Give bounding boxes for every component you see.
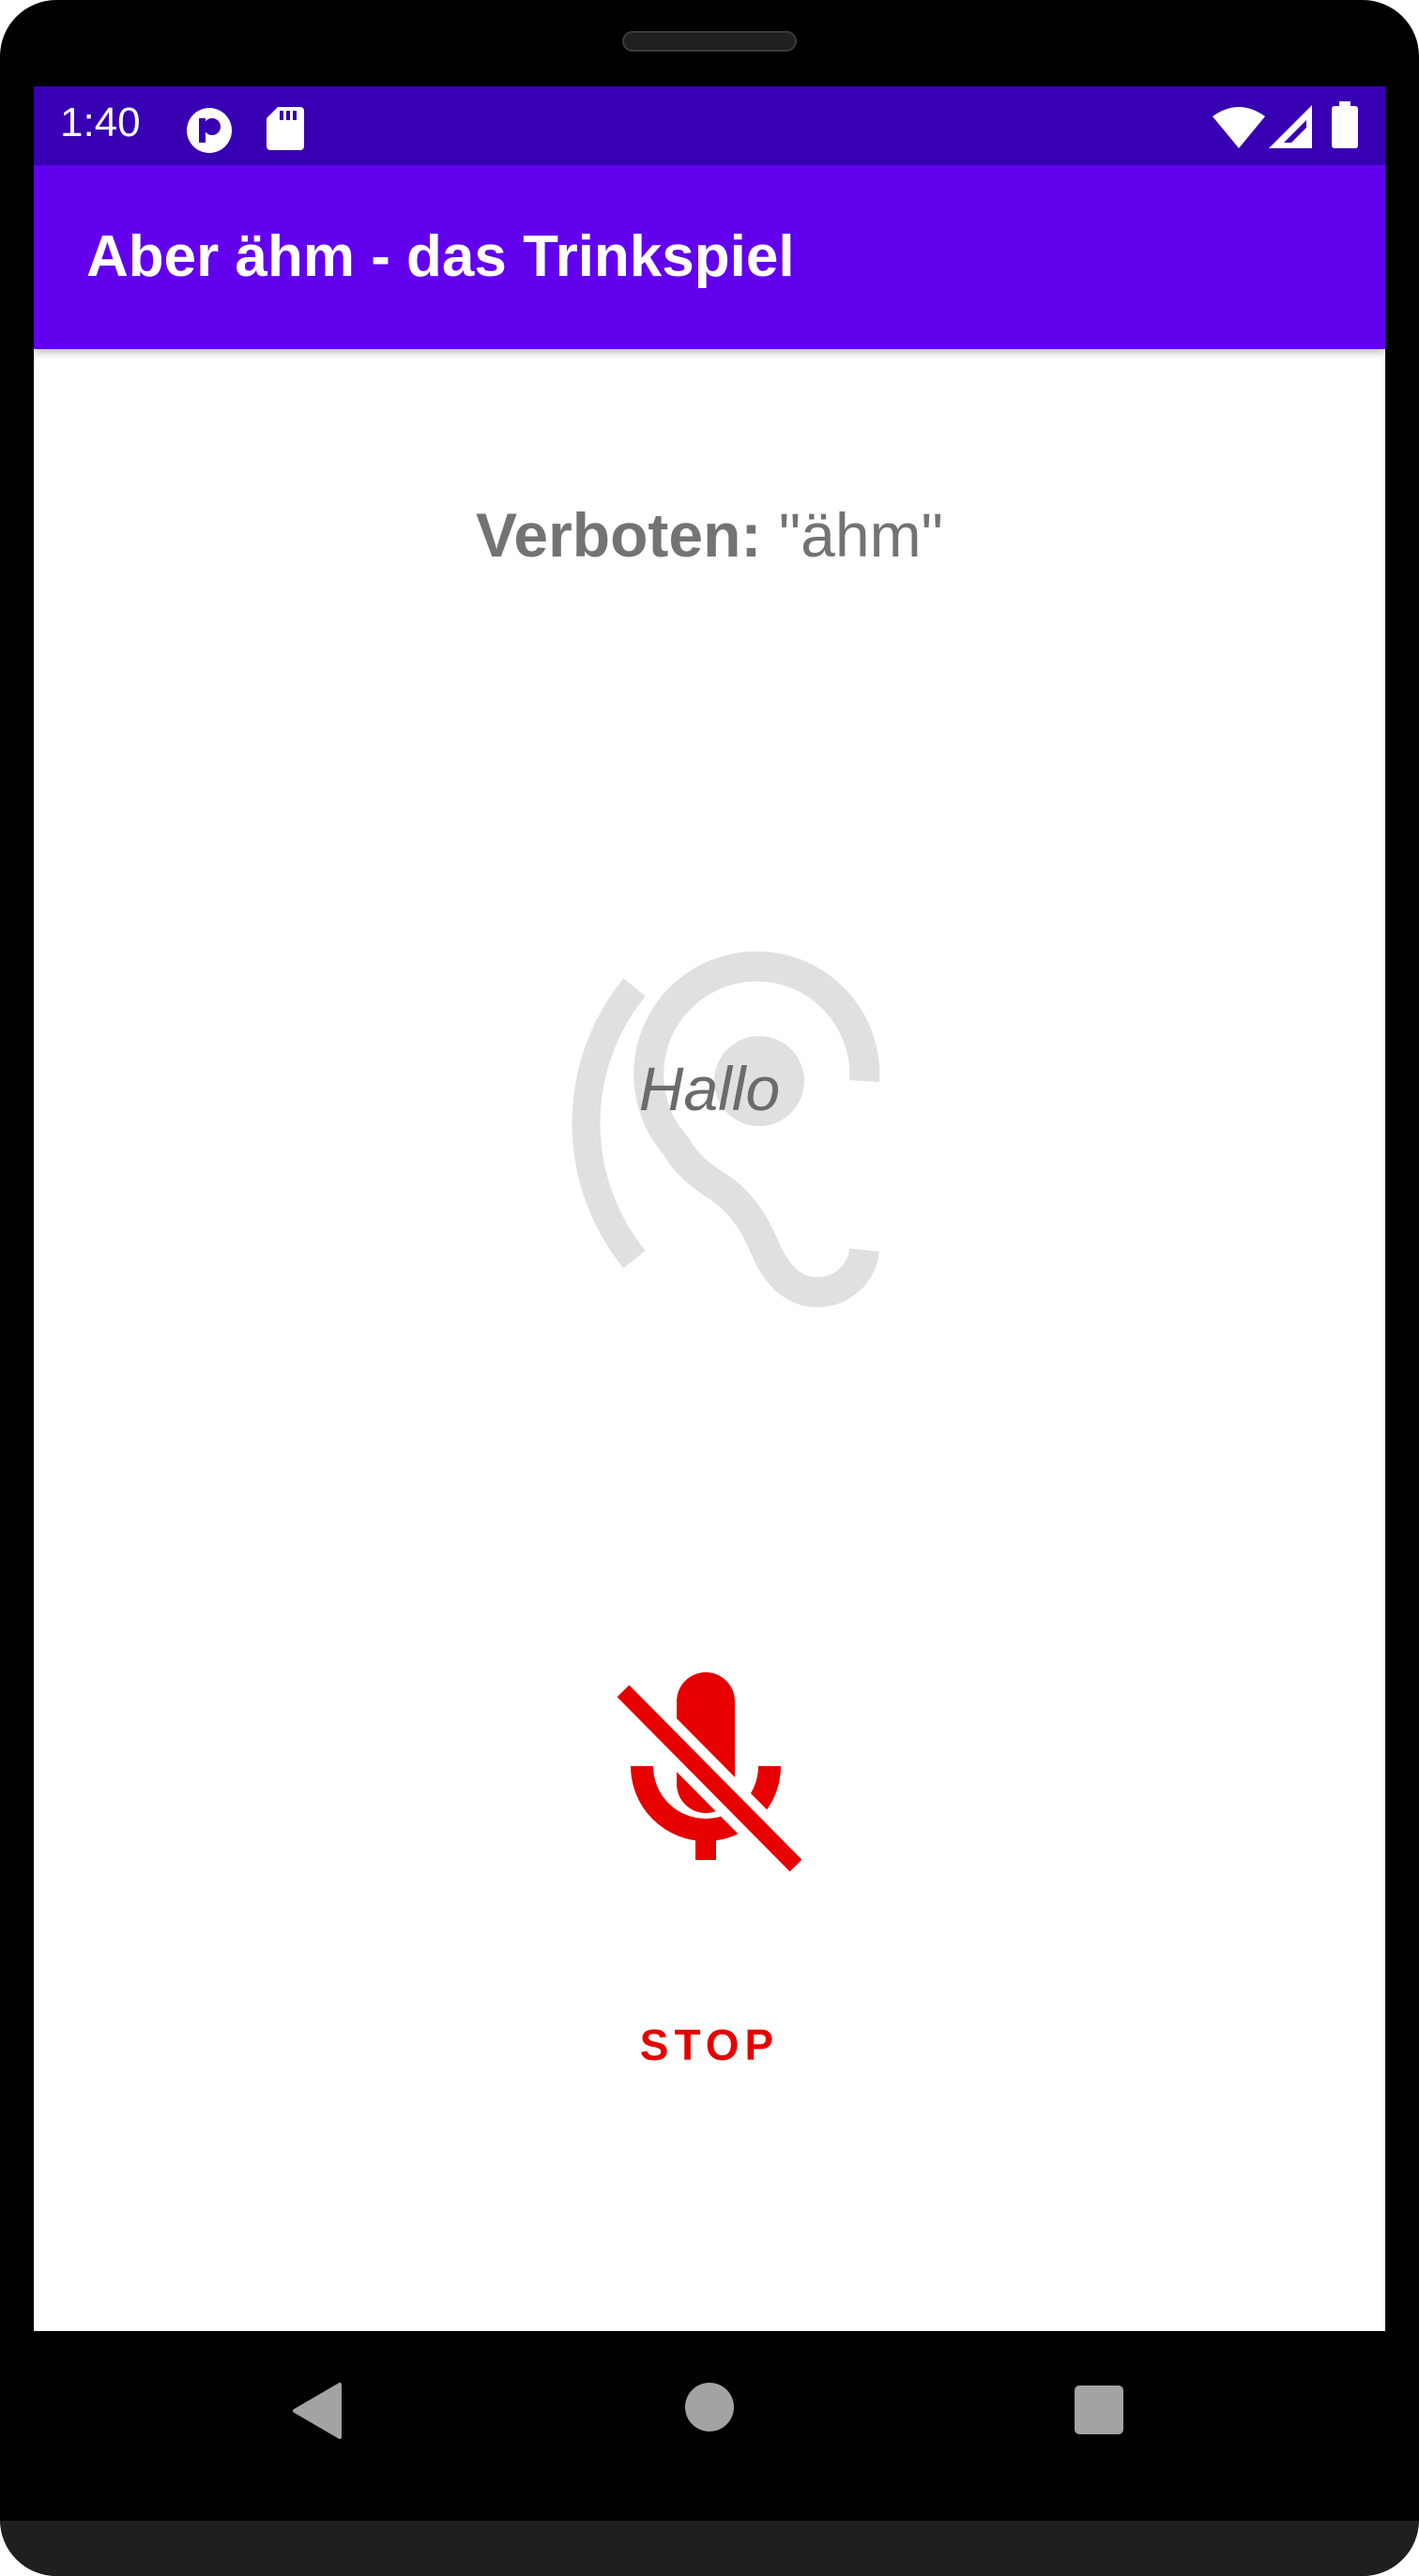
stop-label: STOP xyxy=(639,2020,780,2069)
status-bar: 1:40 xyxy=(34,86,1385,165)
device-frame: 1:40 Aber ähm - das Trinkspiel Verboten:… xyxy=(0,0,1419,2576)
stop-listening-button[interactable]: STOP xyxy=(578,1672,841,2104)
forbidden-word: "ähm" xyxy=(761,500,943,570)
forbidden-label: Verboten: xyxy=(476,500,762,570)
heard-text: Hallo xyxy=(638,1054,781,1123)
recents-icon[interactable] xyxy=(1075,2385,1123,2438)
screen: 1:40 Aber ähm - das Trinkspiel Verboten:… xyxy=(34,86,1385,2331)
mic-off-icon xyxy=(609,1672,810,1882)
app-notification-icon xyxy=(186,107,233,158)
forbidden-word-line: Verboten: "ähm" xyxy=(34,499,1385,571)
signal-icon xyxy=(1269,105,1312,152)
navigation-bar xyxy=(0,2331,1419,2521)
home-icon[interactable] xyxy=(685,2383,734,2435)
device-bottom-bezel xyxy=(0,2521,1419,2576)
wifi-icon xyxy=(1213,107,1265,152)
battery-icon xyxy=(1332,101,1358,152)
status-time: 1:40 xyxy=(60,99,141,145)
earpiece-speaker xyxy=(622,31,797,52)
app-bar: Aber ähm - das Trinkspiel xyxy=(34,165,1385,349)
app-title: Aber ähm - das Trinkspiel xyxy=(86,224,795,289)
back-icon[interactable] xyxy=(291,2383,347,2443)
sd-card-icon xyxy=(267,107,304,154)
